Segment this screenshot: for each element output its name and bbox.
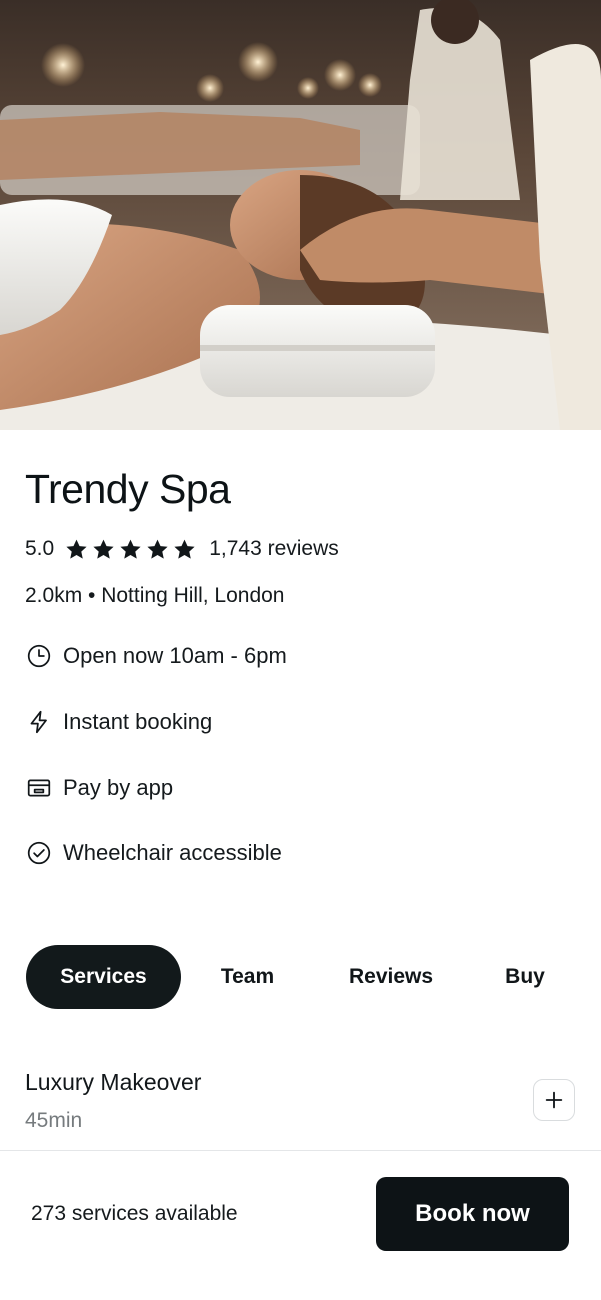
hero-image bbox=[0, 0, 601, 430]
venue-location: 2.0km • Notting Hill, London bbox=[25, 584, 285, 607]
tab-reviews[interactable]: Reviews bbox=[314, 945, 468, 1009]
feature-label: Open now 10am - 6pm bbox=[63, 643, 287, 668]
clock-icon bbox=[25, 642, 53, 670]
services-count: 273 services available bbox=[31, 1202, 238, 1225]
star-icon bbox=[174, 539, 195, 559]
feature-pay-by-app: Pay by app bbox=[25, 772, 173, 804]
footer-divider bbox=[0, 1150, 601, 1151]
star-icon bbox=[66, 539, 87, 559]
tab-buy[interactable]: Buy bbox=[468, 945, 582, 1009]
tab-team[interactable]: Team bbox=[181, 945, 314, 1009]
plus-icon bbox=[545, 1091, 563, 1109]
rating-score: 5.0 bbox=[25, 537, 55, 560]
feature-label: Pay by app bbox=[63, 775, 174, 800]
feature-label: Instant booking bbox=[63, 709, 213, 734]
rating-row: 5.0 1,743 reviews bbox=[25, 534, 339, 564]
tab-services[interactable]: Services bbox=[26, 945, 181, 1009]
lightning-icon bbox=[25, 708, 53, 736]
star-icon bbox=[120, 539, 141, 559]
service-item[interactable]: Luxury Makeover 45min bbox=[0, 1060, 601, 1150]
service-duration: 45min bbox=[25, 1109, 83, 1132]
star-icon bbox=[147, 539, 168, 559]
rating-stars bbox=[64, 537, 197, 562]
book-now-button[interactable]: Book now bbox=[376, 1177, 569, 1251]
reviews-link[interactable]: 1,743 reviews bbox=[209, 537, 339, 561]
wallet-icon bbox=[25, 774, 53, 802]
section-tabs: Services Team Reviews Buy bbox=[26, 945, 582, 1009]
venue-title: Trendy Spa bbox=[25, 466, 231, 512]
feature-label: Wheelchair accessible bbox=[63, 840, 282, 865]
add-service-button[interactable] bbox=[533, 1079, 575, 1121]
feature-instant-booking: Instant booking bbox=[25, 706, 212, 738]
feature-opening-hours: Open now 10am - 6pm bbox=[25, 640, 287, 672]
feature-wheelchair-accessible: Wheelchair accessible bbox=[25, 837, 282, 869]
service-name: Luxury Makeover bbox=[25, 1069, 202, 1095]
check-circle-icon bbox=[25, 839, 53, 867]
star-icon bbox=[93, 539, 114, 559]
